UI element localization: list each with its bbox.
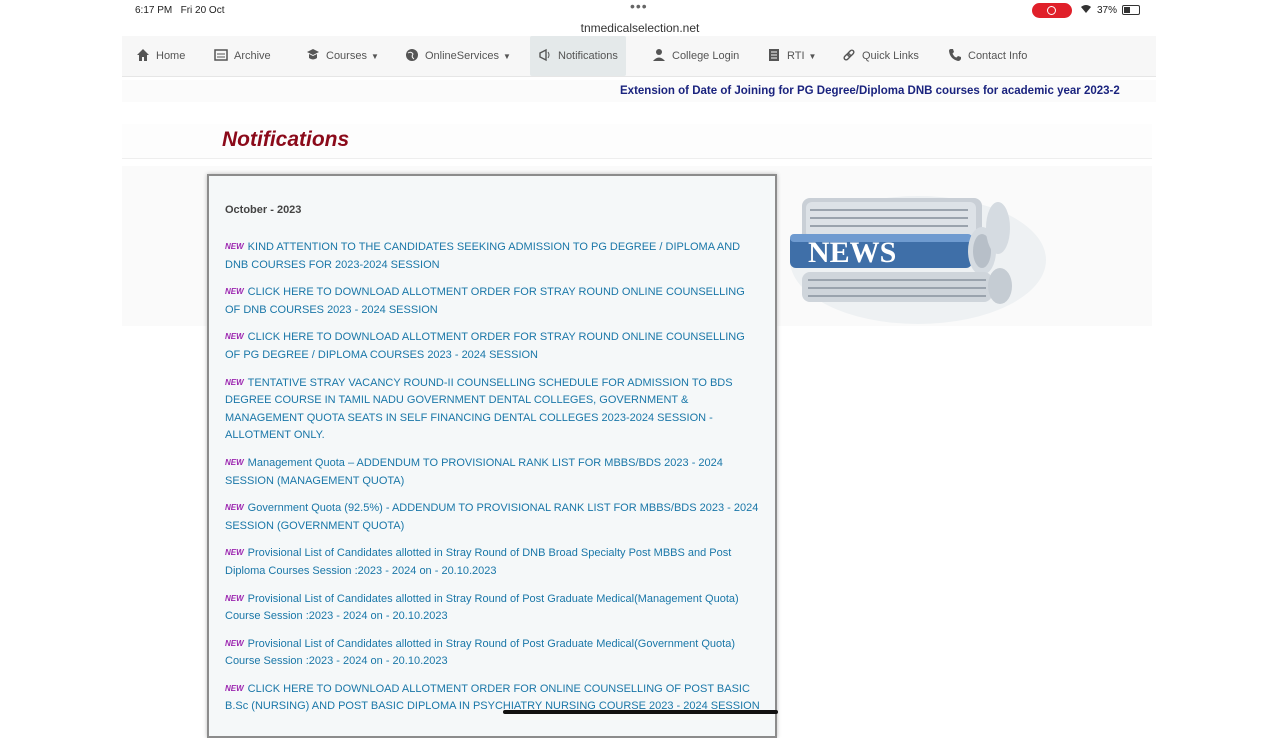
screen-record-icon[interactable]	[1032, 3, 1072, 18]
document-icon	[767, 48, 781, 65]
chevron-down-icon: ▼	[808, 51, 817, 61]
status-time: 6:17 PM Fri 20 Oct	[135, 5, 225, 16]
main-nav: Home Archive Courses ▼ OnlineServices ▼ …	[122, 36, 1156, 77]
notification-link[interactable]: NEW TENTATIVE STRAY VACANCY ROUND-II COUN…	[225, 374, 761, 445]
chevron-down-icon: ▼	[370, 51, 379, 61]
nav-label: College Login	[672, 50, 740, 62]
link-icon	[842, 48, 856, 65]
new-badge-icon: NEW	[225, 332, 244, 342]
nav-label: Notifications	[558, 50, 618, 62]
new-badge-icon: NEW	[225, 683, 244, 693]
notification-link[interactable]: NEW Provisional List of Candidates allott…	[225, 590, 761, 626]
nav-contact-info[interactable]: Contact Info	[948, 36, 1027, 76]
nav-quick-links[interactable]: Quick Links	[842, 36, 919, 76]
more-dots-icon[interactable]: •••	[630, 0, 648, 14]
courses-icon	[306, 48, 320, 65]
nav-label: Home	[156, 50, 186, 62]
notification-list: NEW KIND ATTENTION TO THE CANDIDATES SEEK…	[225, 238, 761, 725]
nav-label: Contact Info	[968, 50, 1028, 62]
new-badge-icon: NEW	[225, 503, 244, 513]
new-badge-icon: NEW	[225, 548, 244, 558]
new-badge-icon: NEW	[225, 638, 244, 648]
nav-archive[interactable]: Archive	[214, 36, 271, 76]
page-title: Notifications	[222, 128, 350, 151]
nav-courses[interactable]: Courses ▼	[306, 36, 379, 76]
month-heading: October - 2023	[225, 204, 302, 216]
status-bar: 6:17 PM Fri 20 Oct ••• 37%	[0, 0, 1280, 22]
news-image-text: NEWS	[808, 236, 896, 269]
notifications-panel[interactable]: October - 2023 NEW KIND ATTENTION TO THE …	[207, 174, 777, 738]
archive-icon	[214, 48, 228, 65]
wifi-icon	[1080, 4, 1092, 17]
phone-icon	[948, 48, 962, 65]
notification-link[interactable]: NEW Government Quota (92.5%) - ADDENDUM T…	[225, 499, 761, 535]
nav-label: Archive	[234, 50, 271, 62]
new-badge-icon: NEW	[225, 457, 244, 467]
new-badge-icon: NEW	[225, 593, 244, 603]
nav-home[interactable]: Home	[136, 36, 185, 76]
user-icon	[652, 48, 666, 65]
news-image: NEWS	[790, 196, 1046, 324]
nav-label: OnlineServices	[425, 50, 499, 62]
notification-icon	[538, 48, 552, 65]
nav-label: RTI	[787, 50, 805, 62]
new-badge-icon: NEW	[225, 242, 244, 251]
home-icon	[136, 48, 150, 65]
notification-link[interactable]: NEW CLICK HERE TO DOWNLOAD ALLOTMENT ORDE…	[225, 328, 761, 364]
nav-notifications[interactable]: Notifications	[530, 36, 626, 76]
nav-label: Quick Links	[862, 50, 919, 62]
nav-rti[interactable]: RTI ▼	[767, 36, 816, 76]
nav-college-login[interactable]: College Login	[652, 36, 739, 76]
news-ticker[interactable]: Extension of Date of Joining for PG Degr…	[122, 80, 1156, 102]
notification-link[interactable]: NEW Provisional List of Candidates allott…	[225, 544, 761, 580]
notification-link[interactable]: NEW CLICK HERE TO DOWNLOAD ALLOTMENT ORDE…	[225, 283, 761, 319]
battery-icon	[1122, 5, 1140, 15]
globe-icon	[405, 48, 419, 65]
ticker-text[interactable]: Extension of Date of Joining for PG Degr…	[620, 85, 1120, 97]
nav-online-services[interactable]: OnlineServices ▼	[405, 36, 511, 76]
new-badge-icon: NEW	[225, 287, 244, 297]
notification-link[interactable]: NEW KIND ATTENTION TO THE CANDIDATES SEEK…	[225, 238, 761, 274]
new-badge-icon: NEW	[225, 377, 244, 387]
notification-link[interactable]: NEW Provisional List of Candidates allott…	[225, 635, 761, 671]
home-indicator[interactable]	[503, 710, 778, 714]
chevron-down-icon: ▼	[502, 51, 511, 61]
nav-label: Courses	[326, 50, 367, 62]
notification-link[interactable]: NEW Management Quota – ADDENDUM TO PROVIS…	[225, 454, 761, 490]
address-bar[interactable]: tnmedicalselection.net	[0, 21, 1280, 35]
battery-percent: 37%	[1097, 5, 1118, 16]
